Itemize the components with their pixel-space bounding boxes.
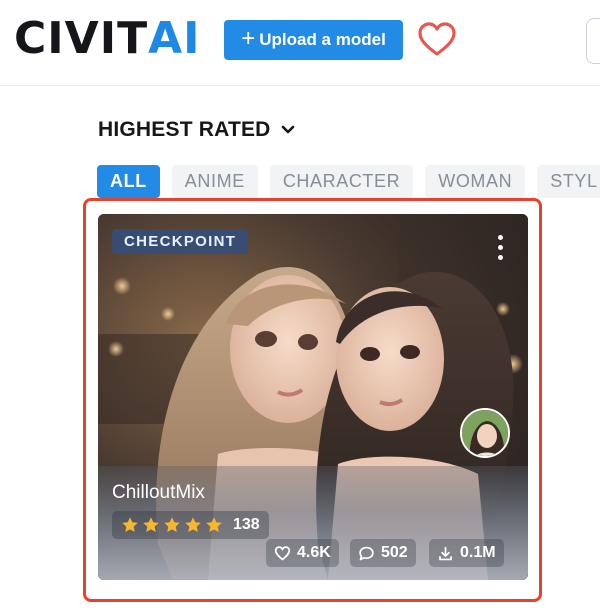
star-icon: [143, 517, 159, 533]
header-edge-button[interactable]: [586, 18, 600, 64]
tag-anime[interactable]: ANIME: [171, 165, 258, 198]
comment-icon: [359, 546, 374, 560]
civitai-logo[interactable]: CIVIT AI: [14, 13, 201, 64]
tag-filter-bar: ALL ANIME CHARACTER WOMAN STYL: [97, 165, 600, 198]
menu-dot: [497, 235, 503, 240]
top-header: CIVIT AI + Upload a model: [0, 0, 600, 86]
chevron-down-icon: [281, 125, 294, 134]
tag-woman[interactable]: WOMAN: [425, 165, 526, 198]
comments-count: 502: [381, 544, 408, 561]
tag-style[interactable]: STYL: [537, 165, 600, 198]
creator-avatar[interactable]: [460, 408, 510, 458]
section-title: HIGHEST RATED: [98, 118, 271, 141]
tag-all[interactable]: ALL: [97, 165, 160, 198]
downloads-count: 0.1M: [460, 544, 496, 561]
download-icon: [439, 546, 452, 560]
favorites-stat[interactable]: 4.6K: [266, 539, 339, 567]
model-name[interactable]: ChilloutMix: [112, 482, 205, 504]
logo-text-part2: AI: [148, 13, 201, 64]
star-icon: [206, 517, 222, 533]
heart-outline-icon: [274, 545, 291, 561]
upload-model-button[interactable]: + Upload a model: [224, 20, 403, 60]
upload-model-label: Upload a model: [259, 30, 386, 49]
tag-character[interactable]: CHARACTER: [269, 165, 414, 198]
logo-text-part1: CIVIT: [14, 13, 149, 64]
star-icon: [164, 517, 180, 533]
menu-dot: [497, 245, 503, 250]
kebab-menu-icon[interactable]: [493, 235, 507, 265]
favorites-count: 4.6K: [297, 544, 331, 561]
sort-dropdown[interactable]: HIGHEST RATED: [98, 118, 295, 142]
downloads-stat[interactable]: 0.1M: [429, 539, 504, 567]
model-card[interactable]: CHECKPOINT ChilloutMix 138 4.6K 502 0.1M: [98, 214, 528, 580]
rating-badge: 138: [112, 511, 269, 539]
star-icon: [122, 517, 138, 533]
plus-icon: +: [241, 25, 256, 52]
heart-icon: [418, 22, 456, 56]
menu-dot: [497, 255, 503, 260]
star-icon: [185, 517, 201, 533]
comments-stat[interactable]: 502: [350, 539, 416, 567]
rating-count: 138: [233, 516, 260, 533]
model-type-badge: CHECKPOINT: [112, 229, 249, 254]
favorites-button[interactable]: [416, 20, 458, 60]
